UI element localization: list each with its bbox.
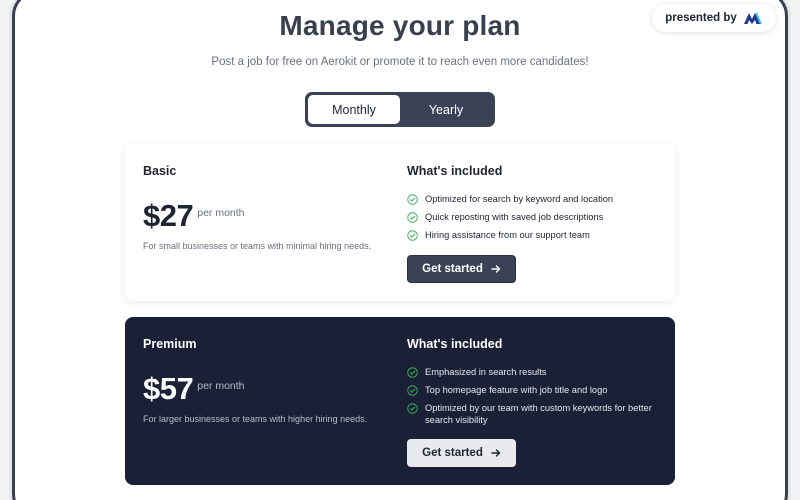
- feature-list: Optimized for search by keyword and loca…: [407, 193, 657, 247]
- included-heading: What's included: [407, 337, 503, 351]
- billing-period-toggle[interactable]: Monthly Yearly: [305, 92, 495, 127]
- feature-text: Hiring assistance from our support team: [425, 230, 590, 240]
- feature-item: Optimized for search by keyword and loca…: [407, 193, 657, 205]
- plan-price: $27: [143, 198, 194, 233]
- plan-period: per month: [197, 207, 245, 219]
- get-started-button[interactable]: Get started: [407, 439, 516, 467]
- feature-text: Quick reposting with saved job descripti…: [425, 212, 604, 222]
- presented-by-label: presented by: [665, 12, 737, 24]
- plan-name: Basic: [143, 164, 177, 178]
- plan-price: $57: [143, 371, 194, 406]
- feature-item: Quick reposting with saved job descripti…: [407, 211, 657, 223]
- included-heading: What's included: [407, 164, 503, 178]
- plan-description: For small businesses or teams with minim…: [143, 241, 372, 251]
- button-label: Get started: [422, 447, 483, 459]
- check-circle-icon: [407, 366, 418, 378]
- plan-description: For larger businesses or teams with high…: [143, 414, 368, 424]
- feature-list: Emphasized in search results Top homepag…: [407, 366, 657, 432]
- price-row: $27 per month: [143, 198, 245, 234]
- toggle-yearly[interactable]: Yearly: [400, 95, 492, 124]
- brand-logo-icon: [743, 13, 762, 24]
- feature-item: Optimized by our team with custom keywor…: [407, 402, 657, 426]
- feature-text: Optimized by our team with custom keywor…: [425, 403, 652, 425]
- plan-card-basic: Basic $27 per month For small businesses…: [125, 144, 675, 301]
- price-row: $57 per month: [143, 371, 245, 407]
- plan-card-premium: Premium $57 per month For larger busines…: [125, 317, 675, 485]
- plan-name: Premium: [143, 337, 197, 351]
- feature-item: Top homepage feature with job title and …: [407, 384, 657, 396]
- feature-text: Emphasized in search results: [425, 367, 547, 377]
- plan-period: per month: [197, 380, 245, 392]
- toggle-monthly[interactable]: Monthly: [308, 95, 400, 124]
- get-started-button[interactable]: Get started: [407, 255, 516, 283]
- arrow-right-icon: [491, 449, 501, 457]
- check-circle-icon: [407, 193, 418, 205]
- feature-text: Top homepage feature with job title and …: [425, 385, 608, 395]
- page-subtitle: Post a job for free on Aerokit or promot…: [211, 56, 589, 68]
- feature-item: Emphasized in search results: [407, 366, 657, 378]
- check-circle-icon: [407, 211, 418, 223]
- check-circle-icon: [407, 384, 418, 396]
- feature-text: Optimized for search by keyword and loca…: [425, 194, 614, 204]
- check-circle-icon: [407, 229, 418, 241]
- feature-item: Hiring assistance from our support team: [407, 229, 657, 241]
- presented-by-badge[interactable]: presented by: [652, 4, 776, 32]
- button-label: Get started: [422, 263, 483, 275]
- check-circle-icon: [407, 402, 418, 414]
- arrow-right-icon: [491, 265, 501, 273]
